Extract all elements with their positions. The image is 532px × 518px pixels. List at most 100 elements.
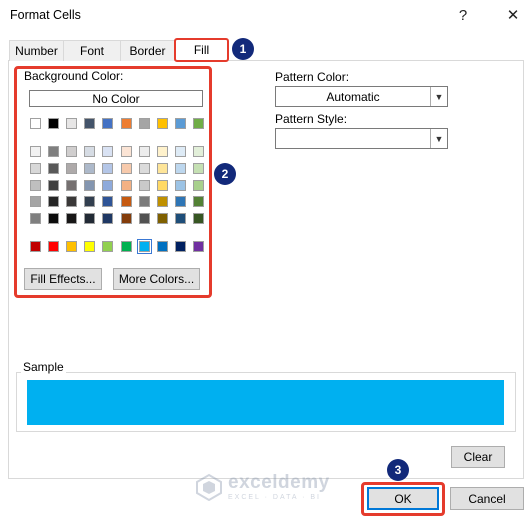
cancel-button[interactable]: Cancel (450, 487, 524, 510)
theme-shade-swatch[interactable] (156, 146, 168, 157)
exceldemy-logo-icon (196, 473, 222, 501)
theme-shade-swatch[interactable] (138, 213, 150, 225)
exceldemy-watermark: exceldemy EXCEL · DATA · BI (195, 472, 330, 501)
theme-shade-swatch[interactable] (102, 213, 114, 225)
theme-shade-swatch[interactable] (174, 213, 186, 225)
theme-color-swatch[interactable] (48, 118, 60, 129)
theme-shade-swatch[interactable] (174, 179, 186, 191)
chevron-down-icon[interactable]: ▼ (430, 129, 447, 148)
theme-shade-swatch[interactable] (192, 179, 204, 191)
theme-shade-swatch[interactable] (84, 196, 96, 208)
standard-color-swatch[interactable] (30, 241, 41, 252)
theme-shade-swatch[interactable] (192, 196, 204, 208)
theme-shade-swatch[interactable] (30, 162, 41, 174)
theme-shade-swatch[interactable] (138, 162, 150, 174)
pattern-style-label: Pattern Style: (275, 112, 348, 126)
pattern-color-select[interactable]: Automatic ▼ (275, 86, 448, 107)
theme-shade-swatch[interactable] (84, 179, 96, 191)
theme-shade-swatch[interactable] (30, 213, 41, 225)
theme-shade-swatch[interactable] (120, 213, 132, 225)
tab-fill[interactable]: Fill (174, 38, 229, 62)
sample-preview (27, 380, 504, 425)
window-title: Format Cells (10, 8, 81, 22)
theme-shade-swatch[interactable] (48, 146, 60, 157)
theme-shade-swatch[interactable] (102, 162, 114, 174)
theme-color-swatch[interactable] (174, 118, 186, 129)
step-badge-3: 3 (387, 459, 409, 481)
theme-shade-swatch[interactable] (192, 213, 204, 225)
theme-shade-swatch[interactable] (120, 179, 132, 191)
tab-border[interactable]: Border (120, 40, 175, 61)
theme-shade-swatch[interactable] (174, 196, 186, 208)
no-color-button[interactable]: No Color (29, 90, 203, 107)
theme-shade-swatch[interactable] (30, 179, 41, 191)
sample-label: Sample (21, 360, 66, 374)
help-icon[interactable]: ? (451, 4, 475, 26)
theme-shade-swatch[interactable] (192, 162, 204, 174)
theme-shade-swatch[interactable] (102, 196, 114, 208)
theme-color-swatch[interactable] (84, 118, 96, 129)
theme-shade-swatch[interactable] (138, 146, 150, 157)
theme-shade-swatch[interactable] (84, 146, 96, 157)
chevron-down-icon[interactable]: ▼ (430, 87, 447, 106)
theme-shade-swatch[interactable] (66, 162, 78, 174)
theme-shade-swatch[interactable] (174, 162, 186, 174)
theme-shade-swatch[interactable] (156, 213, 168, 225)
watermark-name: exceldemy (228, 472, 330, 493)
step-badge-2: 2 (214, 163, 236, 185)
standard-color-swatch[interactable] (48, 241, 60, 252)
theme-shade-swatch[interactable] (66, 146, 78, 157)
fill-effects-button[interactable]: Fill Effects... (24, 268, 102, 290)
standard-color-swatch[interactable] (66, 241, 78, 252)
theme-color-swatch[interactable] (138, 118, 150, 129)
theme-shade-swatch[interactable] (66, 196, 78, 208)
theme-shade-swatch[interactable] (156, 196, 168, 208)
theme-shade-swatch[interactable] (156, 179, 168, 191)
standard-color-swatch[interactable] (136, 239, 152, 254)
pattern-color-value: Automatic (326, 89, 380, 104)
theme-shade-swatch[interactable] (66, 213, 78, 225)
theme-shade-swatch[interactable] (156, 162, 168, 174)
standard-color-swatch[interactable] (156, 241, 168, 252)
theme-shade-swatch[interactable] (138, 196, 150, 208)
theme-color-swatch[interactable] (30, 118, 41, 129)
theme-shade-swatch[interactable] (30, 146, 41, 157)
theme-shade-swatch[interactable] (138, 179, 150, 191)
standard-color-swatch[interactable] (120, 241, 132, 252)
ok-button[interactable]: OK (367, 487, 439, 510)
theme-color-swatch[interactable] (66, 118, 78, 129)
theme-shade-swatch[interactable] (66, 179, 78, 191)
theme-shade-swatch[interactable] (120, 146, 132, 157)
theme-shade-swatch[interactable] (192, 146, 204, 157)
theme-shade-swatch[interactable] (84, 162, 96, 174)
theme-color-swatch[interactable] (192, 118, 204, 129)
standard-color-swatch[interactable] (192, 241, 204, 252)
theme-shade-swatch[interactable] (48, 213, 60, 225)
theme-color-swatch[interactable] (156, 118, 168, 129)
theme-shade-swatch[interactable] (120, 196, 132, 208)
theme-color-swatch[interactable] (102, 118, 114, 129)
theme-shade-swatch[interactable] (48, 196, 60, 208)
theme-shade-swatch[interactable] (120, 162, 132, 174)
pattern-color-label: Pattern Color: (275, 70, 350, 84)
tab-number[interactable]: Number (9, 40, 64, 61)
tab-font[interactable]: Font (63, 40, 121, 61)
standard-color-swatch[interactable] (174, 241, 186, 252)
theme-shade-swatch[interactable] (30, 196, 41, 208)
clear-button[interactable]: Clear (451, 446, 505, 468)
theme-shade-swatch[interactable] (174, 146, 186, 157)
background-color-label: Background Color: (24, 69, 123, 83)
theme-shade-swatch[interactable] (102, 146, 114, 157)
pattern-style-select[interactable]: ▼ (275, 128, 448, 149)
close-icon[interactable]: ✕ (501, 4, 525, 26)
theme-shade-swatch[interactable] (48, 162, 60, 174)
theme-shade-swatch[interactable] (102, 179, 114, 191)
step-badge-1: 1 (232, 38, 254, 60)
theme-shade-swatch[interactable] (84, 213, 96, 225)
background-color-label-text: Background Color: (24, 69, 124, 83)
standard-color-swatch[interactable] (102, 241, 114, 252)
theme-color-swatch[interactable] (120, 118, 132, 129)
theme-shade-swatch[interactable] (48, 179, 60, 191)
more-colors-button[interactable]: More Colors... (113, 268, 200, 290)
standard-color-swatch[interactable] (84, 241, 96, 252)
